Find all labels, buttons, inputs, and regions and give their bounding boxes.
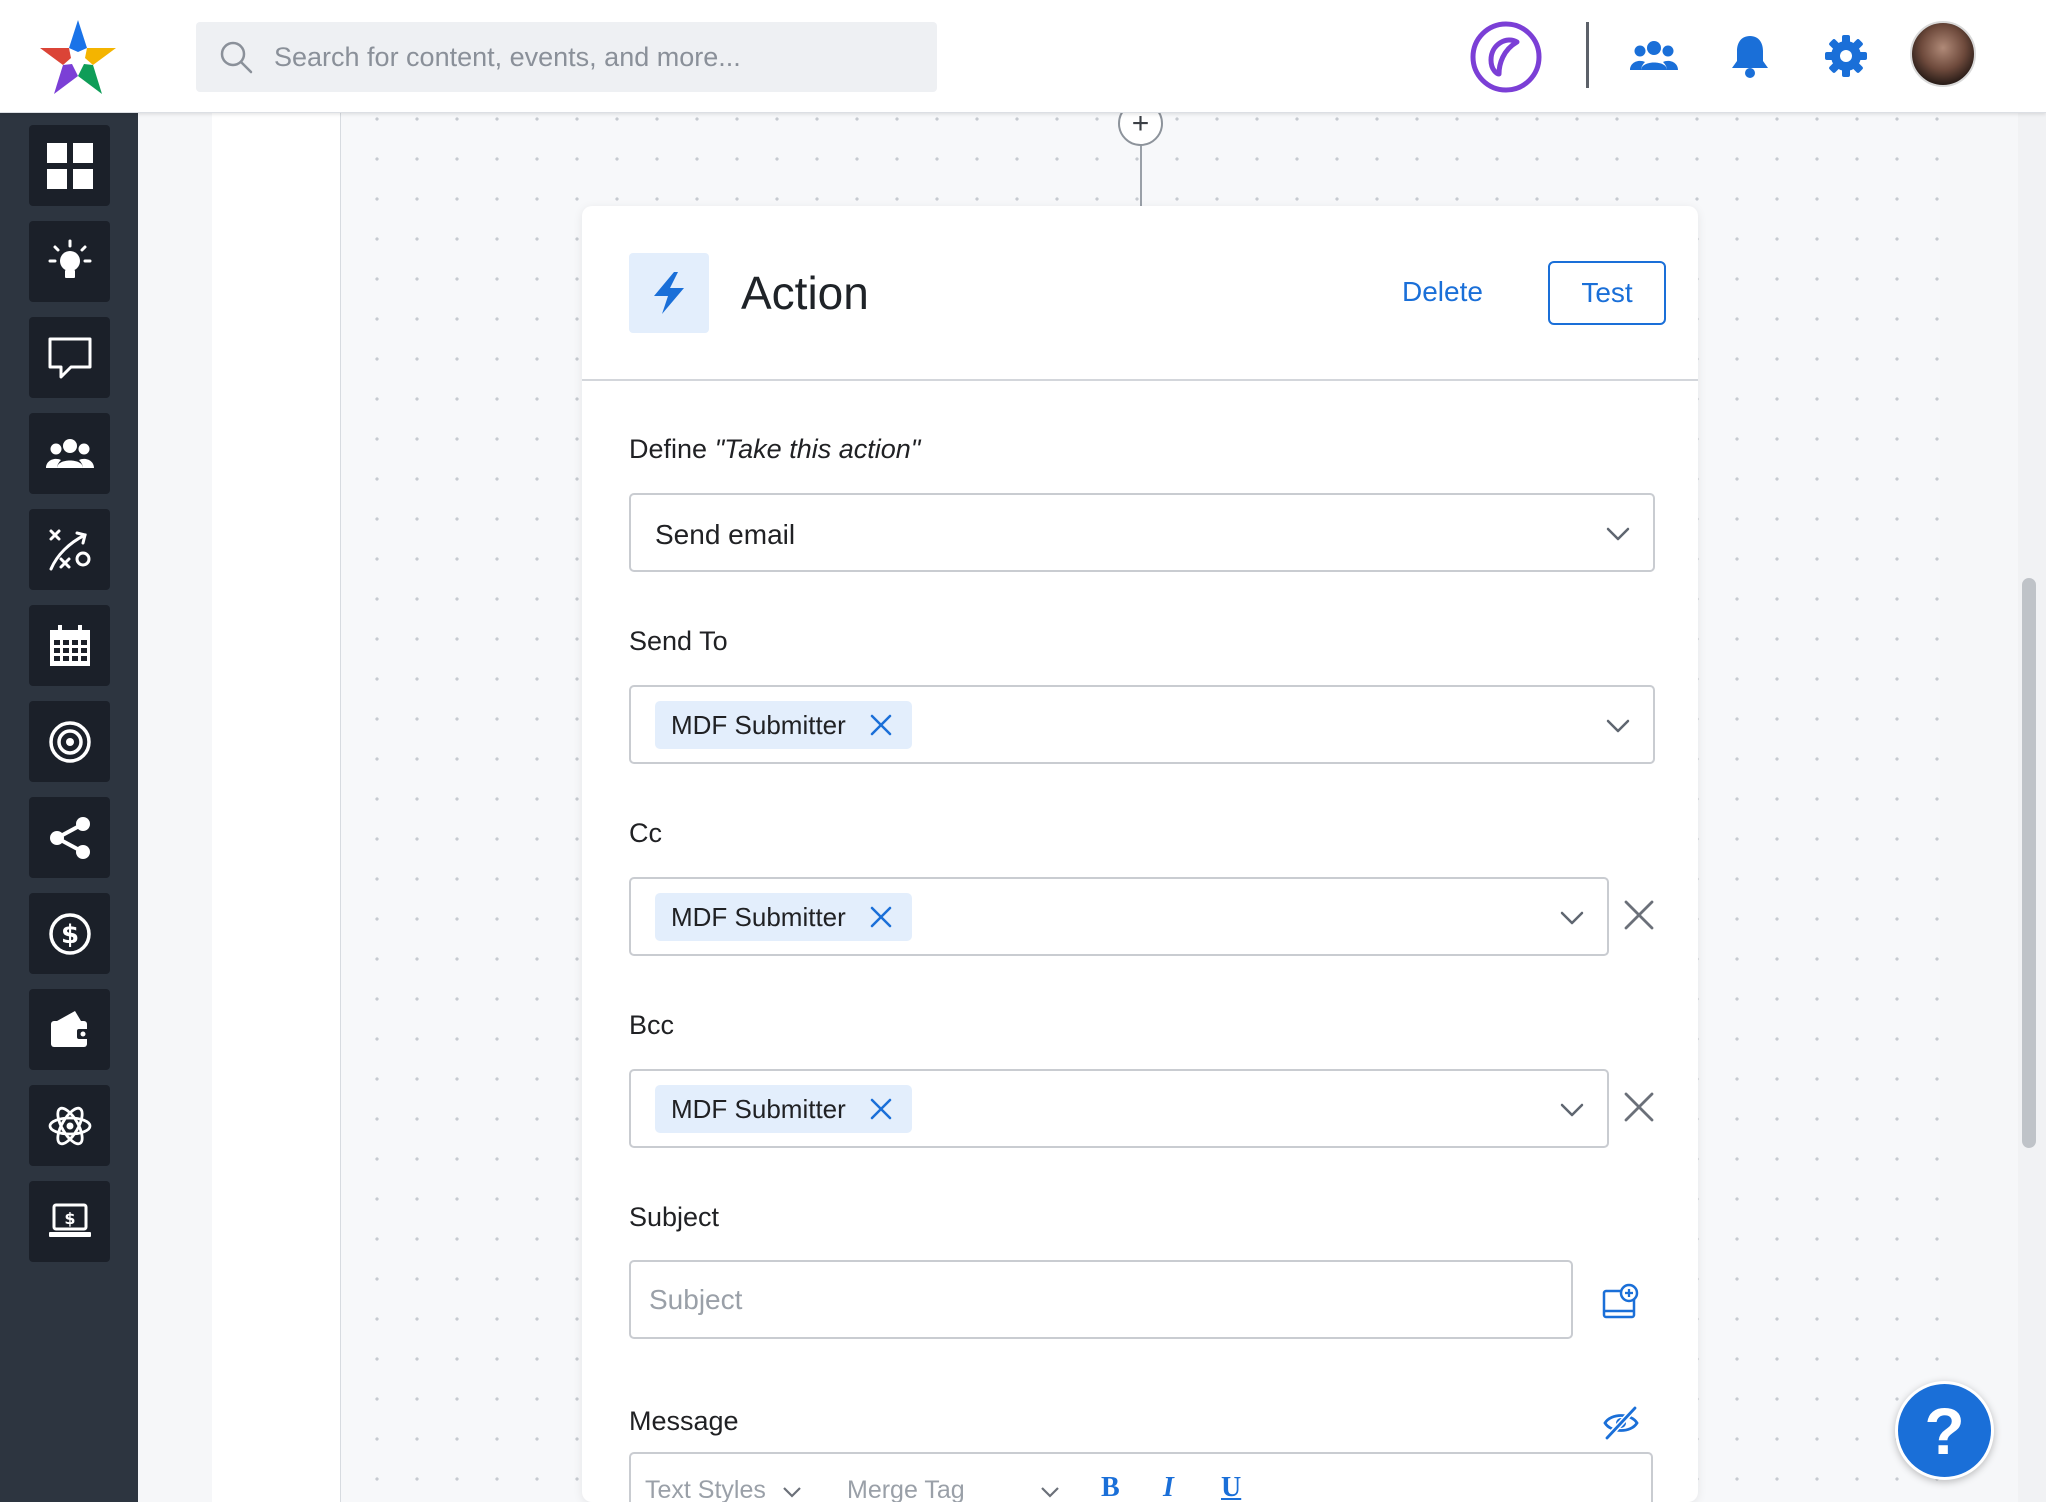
chevron-down-icon [1560, 1103, 1584, 1117]
chevron-down-icon [1560, 911, 1584, 925]
lightbulb-icon[interactable] [29, 221, 110, 302]
eye-off-icon[interactable] [1602, 1404, 1640, 1442]
recipient-chip: MDF Submitter [655, 701, 912, 749]
text-styles-dropdown[interactable]: Text Styles [645, 1476, 766, 1502]
user-avatar[interactable] [1910, 21, 1976, 87]
bold-button[interactable]: B [1101, 1472, 1120, 1502]
gear-icon[interactable] [1818, 28, 1874, 84]
cc-label: Cc [629, 818, 662, 848]
merge-tag-dropdown[interactable]: Merge Tag [847, 1476, 965, 1502]
bcc-label: Bcc [629, 1010, 675, 1040]
cc-select[interactable]: MDF Submitter [629, 877, 1609, 956]
send-to-select[interactable]: MDF Submitter [629, 685, 1655, 764]
define-label: Define "Take this action" [629, 434, 920, 465]
svg-text:$: $ [60, 920, 78, 950]
search-icon [220, 41, 253, 74]
test-button[interactable]: Test [1548, 261, 1666, 325]
search-bar[interactable]: Search for content, events, and more... [196, 22, 937, 92]
action-card-header: Action Delete Test [582, 206, 1698, 381]
header-divider [1586, 22, 1589, 88]
chat-icon[interactable] [29, 317, 110, 398]
remove-cc-icon[interactable] [1622, 898, 1656, 932]
bell-icon[interactable] [1722, 28, 1778, 84]
users-icon[interactable] [29, 413, 110, 494]
svg-text:$: $ [64, 1209, 75, 1228]
lightning-icon [629, 253, 709, 333]
message-editor-toolbar: Text Styles Merge Tag B I U [629, 1452, 1653, 1502]
chevron-down-icon [1606, 719, 1630, 733]
chevron-down-icon [783, 1487, 801, 1498]
insert-merge-tag-icon[interactable] [1601, 1283, 1641, 1323]
card-title: Action [741, 267, 869, 319]
subject-label: Subject [629, 1202, 720, 1232]
help-button[interactable]: ? [1895, 1381, 1994, 1480]
cc-chip-label: MDF Submitter [671, 901, 846, 932]
chevron-down-icon [1606, 527, 1630, 541]
wallet-icon[interactable] [29, 989, 110, 1070]
laptop-dollar-icon[interactable]: $ [29, 1181, 110, 1262]
remove-chip-icon[interactable] [868, 1096, 894, 1122]
italic-button[interactable]: I [1163, 1472, 1174, 1502]
action-type-value: Send email [655, 519, 796, 550]
remove-chip-icon[interactable] [868, 712, 894, 738]
message-label: Message [629, 1406, 739, 1436]
subject-input[interactable] [629, 1260, 1573, 1339]
bcc-select[interactable]: MDF Submitter [629, 1069, 1609, 1148]
team-icon[interactable] [1626, 28, 1682, 84]
dollar-circle-icon[interactable]: $ [29, 893, 110, 974]
remove-bcc-icon[interactable] [1622, 1090, 1656, 1124]
play-strategy-icon[interactable] [29, 509, 110, 590]
target-icon[interactable] [29, 701, 110, 782]
define-label-text: Define [629, 434, 715, 464]
bcc-chip: MDF Submitter [655, 1085, 912, 1133]
brand-c-icon[interactable] [1469, 20, 1543, 94]
bcc-chip-label: MDF Submitter [671, 1093, 846, 1124]
grid-icon[interactable] [29, 125, 110, 206]
top-header: Search for content, events, and more... [0, 0, 2046, 113]
delete-button[interactable]: Delete [1402, 276, 1483, 308]
recipient-chip-label: MDF Submitter [671, 709, 846, 740]
action-type-select[interactable]: Send email [629, 493, 1655, 572]
sidebar: $ $ [0, 113, 138, 1502]
share-icon[interactable] [29, 797, 110, 878]
calendar-icon[interactable] [29, 605, 110, 686]
chevron-down-icon [1041, 1487, 1059, 1498]
define-label-quote: "Take this action" [714, 434, 921, 464]
send-to-label: Send To [629, 626, 728, 656]
remove-chip-icon[interactable] [868, 904, 894, 930]
search-placeholder[interactable]: Search for content, events, and more... [274, 42, 741, 73]
underline-button[interactable]: U [1221, 1472, 1241, 1502]
action-card: Action Delete Test Define "Take this act… [582, 206, 1698, 1502]
cc-chip: MDF Submitter [655, 893, 912, 941]
scrollbar-thumb[interactable] [2022, 578, 2036, 1148]
atom-icon[interactable] [29, 1085, 110, 1166]
app-logo-icon[interactable] [38, 18, 118, 96]
